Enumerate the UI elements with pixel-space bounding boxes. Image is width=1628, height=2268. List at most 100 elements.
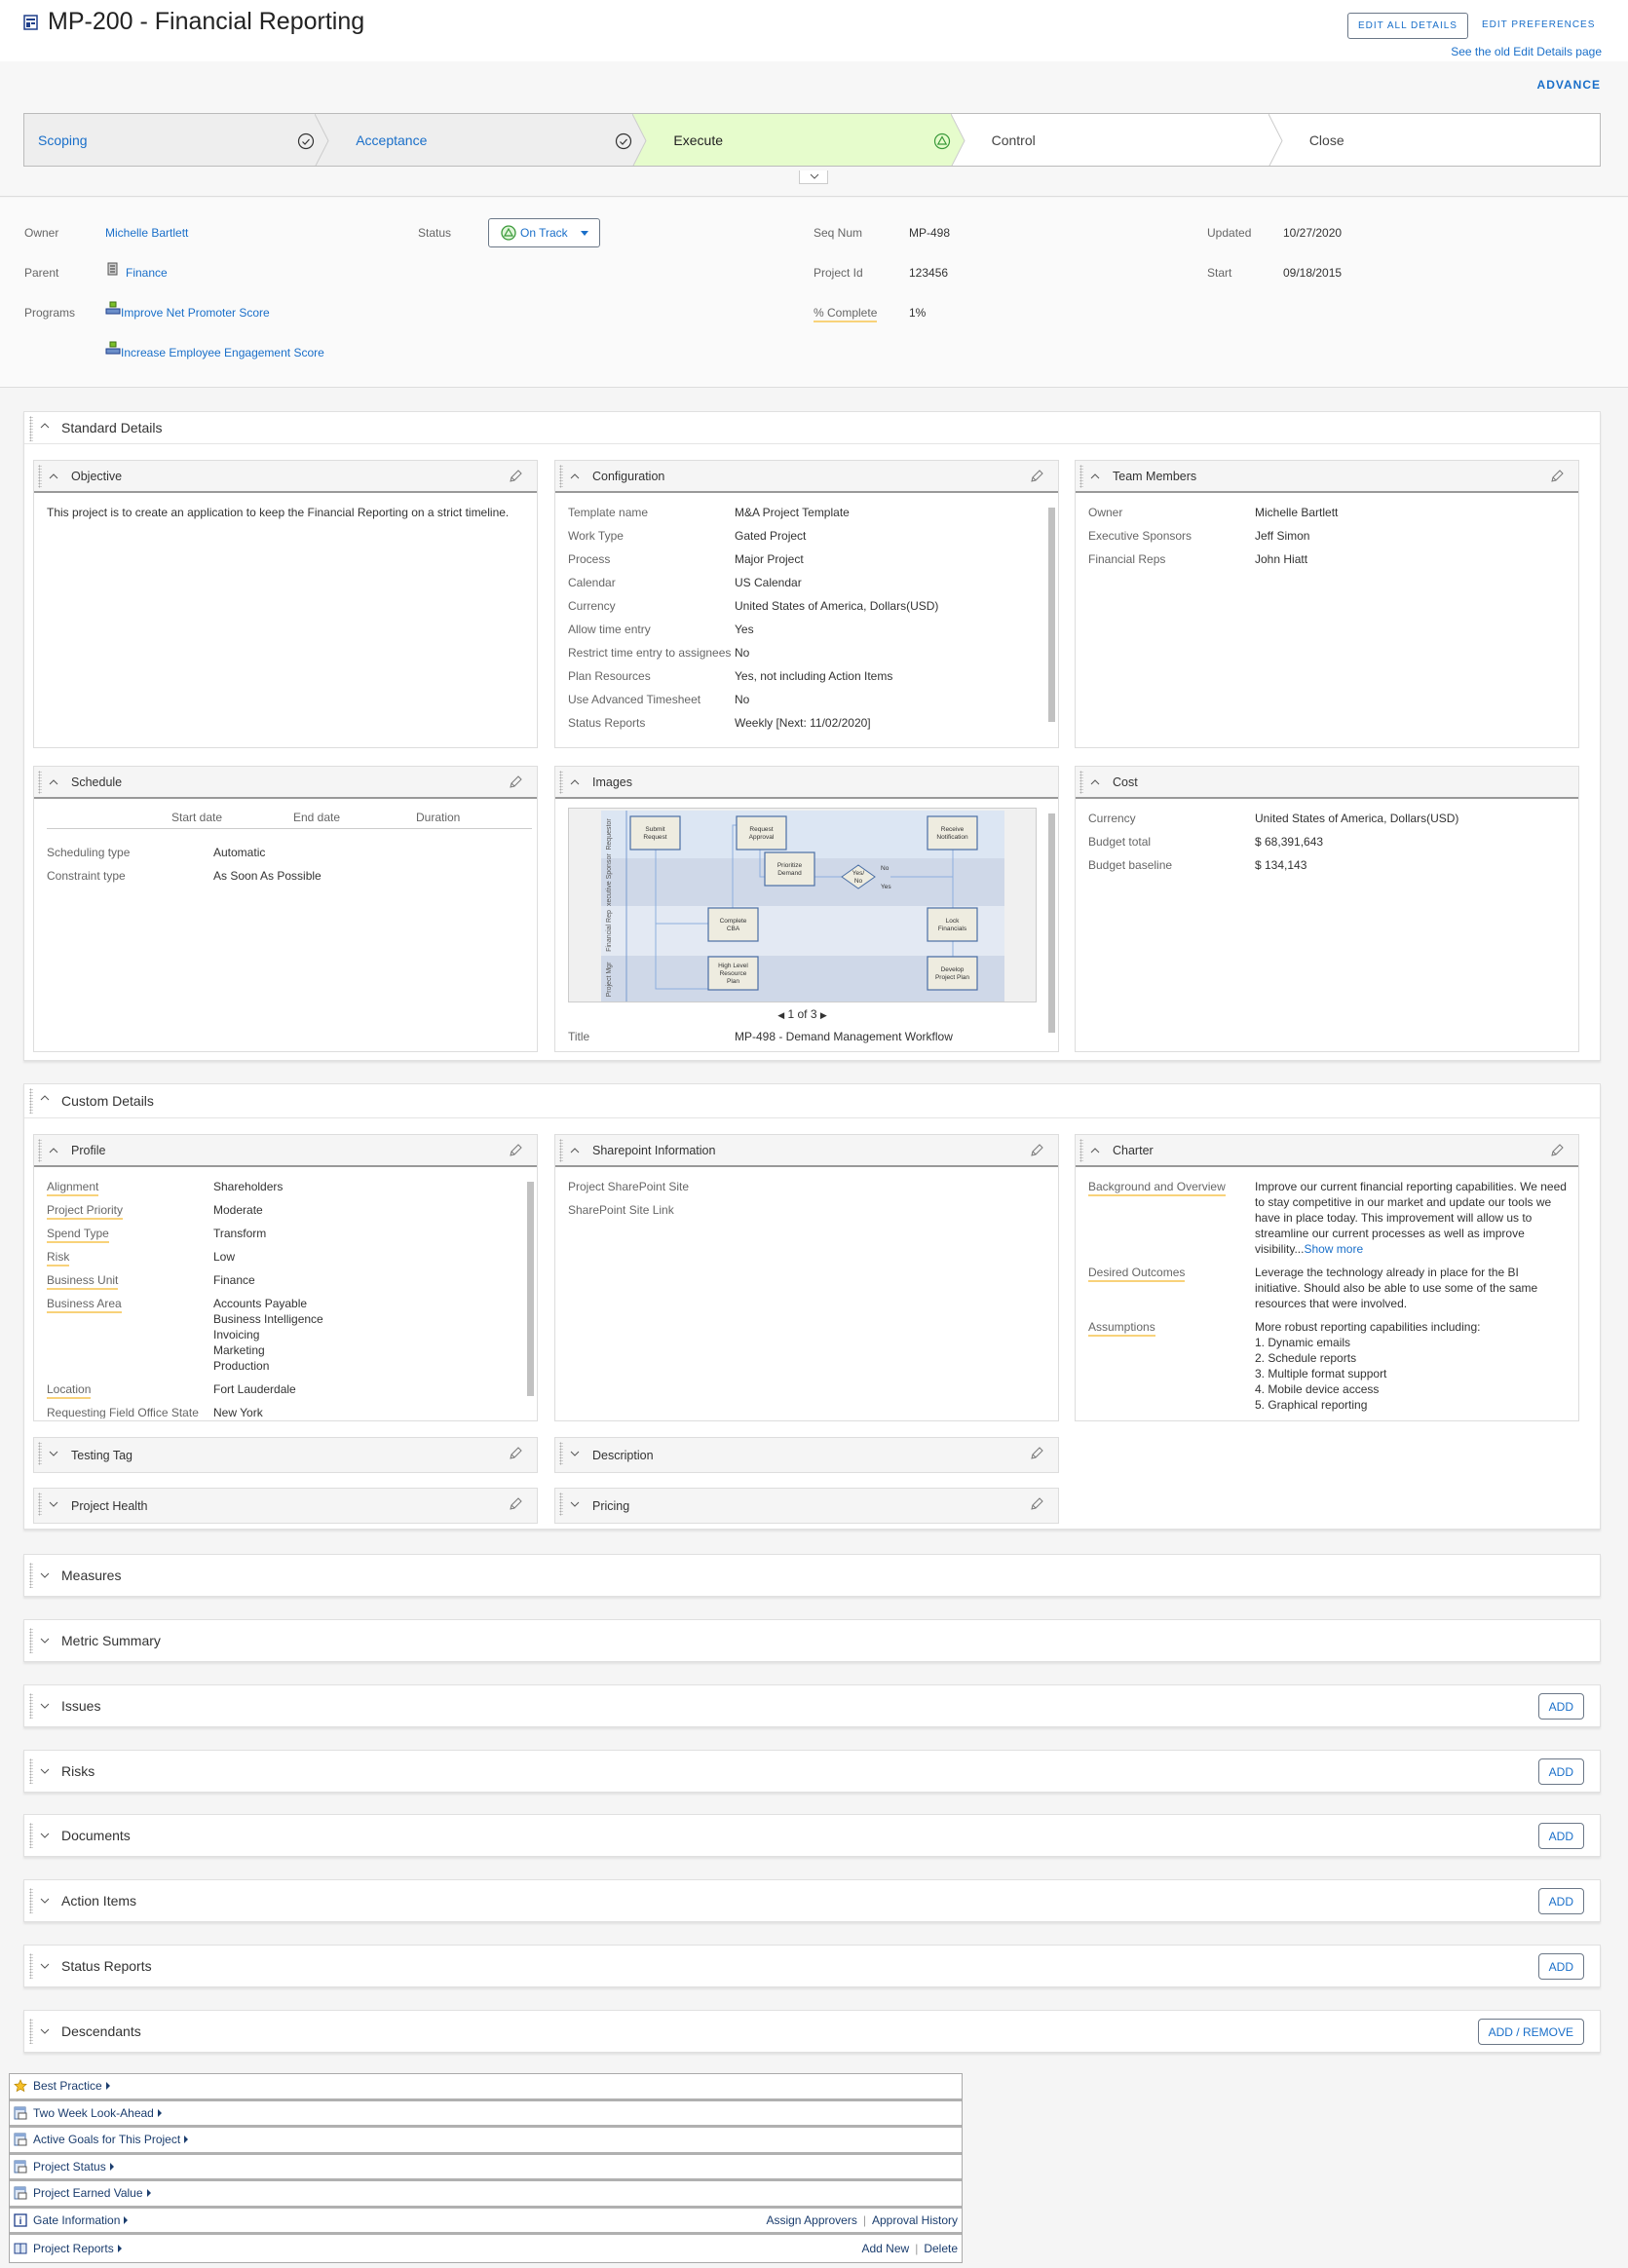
drag-handle[interactable] (38, 465, 42, 488)
drag-handle[interactable] (1079, 771, 1083, 794)
parent-link[interactable]: Finance (126, 266, 168, 280)
edit-pencil-icon[interactable] (1029, 1496, 1044, 1512)
edit-pencil-icon[interactable] (508, 1446, 523, 1461)
related-link[interactable]: Gate Information (33, 2213, 129, 2227)
field-link[interactable]: US Calendar (735, 575, 1046, 590)
drag-handle[interactable] (1079, 1139, 1083, 1162)
edit-pencil-icon[interactable] (508, 775, 523, 790)
card-header[interactable]: Profile (34, 1135, 537, 1167)
drag-handle[interactable] (29, 1888, 33, 1913)
edit-pencil-icon[interactable] (1549, 1143, 1565, 1158)
action-link[interactable]: Add New (861, 2242, 909, 2255)
add-button[interactable]: ADD (1537, 1693, 1584, 1720)
card-header[interactable]: Configuration (555, 461, 1058, 493)
edit-pencil-icon[interactable] (1029, 469, 1044, 484)
card-header[interactable]: Sharepoint Information (555, 1135, 1058, 1167)
edit-pencil-icon[interactable] (508, 469, 523, 484)
advance-button[interactable]: ADVANCE (1537, 78, 1601, 92)
stage-close[interactable]: Close (1281, 114, 1600, 166)
section-header[interactable]: Descendants (24, 2011, 1600, 2052)
drag-handle[interactable] (38, 771, 42, 794)
edit-all-details-button[interactable]: EDIT ALL DETAILS (1347, 13, 1468, 39)
drag-handle[interactable] (1079, 465, 1083, 488)
add-button[interactable]: ADD (1537, 1953, 1584, 1980)
stage-execute[interactable]: Execute (646, 114, 978, 166)
program-link[interactable]: Improve Net Promoter Score (121, 306, 270, 320)
card-header[interactable]: Team Members (1076, 461, 1578, 493)
action-link[interactable]: Approval History (872, 2213, 958, 2227)
drag-handle[interactable] (29, 1628, 33, 1653)
card-header[interactable]: Project Health (34, 1489, 537, 1523)
edit-pencil-icon[interactable] (1029, 1446, 1044, 1461)
add-button[interactable]: ADD / REMOVE (1477, 2019, 1584, 2045)
program-link[interactable]: Increase Employee Engagement Score (121, 346, 324, 359)
owner-link[interactable]: Michelle Bartlett (105, 226, 188, 240)
section-header[interactable]: Risks (24, 1751, 1600, 1792)
section-header[interactable]: Issues (24, 1685, 1600, 1726)
drag-handle[interactable] (38, 1442, 42, 1465)
add-button[interactable]: ADD (1537, 1823, 1584, 1849)
card-header[interactable]: Description (555, 1438, 1058, 1472)
drag-handle[interactable] (559, 1493, 563, 1516)
drag-handle[interactable] (29, 1693, 33, 1719)
drag-handle[interactable] (29, 1563, 33, 1588)
scrollbar[interactable] (1047, 802, 1056, 1050)
drag-handle[interactable] (38, 1493, 42, 1516)
show-more-link[interactable]: Show more (1304, 1242, 1363, 1256)
drag-handle[interactable] (559, 1139, 563, 1162)
drag-handle[interactable] (29, 416, 33, 441)
edit-preferences-link[interactable]: EDIT PREFERENCES (1482, 19, 1595, 30)
edit-pencil-icon[interactable] (1549, 469, 1565, 484)
card-header[interactable]: Objective (34, 461, 537, 493)
add-button[interactable]: ADD (1537, 1758, 1584, 1785)
edit-pencil-icon[interactable] (508, 1143, 523, 1158)
drag-handle[interactable] (38, 1139, 42, 1162)
action-link[interactable]: Assign Approvers (766, 2213, 856, 2227)
scrollbar[interactable] (1047, 496, 1056, 746)
drag-handle[interactable] (559, 771, 563, 794)
section-header[interactable]: Measures (24, 1555, 1600, 1596)
card-header[interactable]: Pricing (555, 1489, 1058, 1523)
section-header[interactable]: Action Items (24, 1880, 1600, 1921)
drag-handle[interactable] (559, 465, 563, 488)
drag-handle[interactable] (29, 1953, 33, 1979)
stage-acceptance[interactable]: Acceptance (328, 114, 661, 166)
edit-pencil-icon[interactable] (508, 1496, 523, 1512)
drag-handle[interactable] (29, 1088, 33, 1114)
drag-handle[interactable] (29, 1758, 33, 1784)
custom-details-header[interactable]: Custom Details (24, 1084, 1600, 1118)
card-header[interactable]: Testing Tag (34, 1438, 537, 1472)
drag-handle[interactable] (29, 2019, 33, 2044)
related-link[interactable]: Project Earned Value (33, 2186, 151, 2200)
field-link[interactable]: Michelle Bartlett (1255, 505, 1567, 520)
edit-pencil-icon[interactable] (1029, 1143, 1044, 1158)
drag-handle[interactable] (29, 1823, 33, 1848)
workflow-image[interactable]: Requestor Executive SponsorFinancial Rep P… (568, 808, 1037, 1002)
section-header[interactable]: Metric Summary (24, 1620, 1600, 1661)
related-link[interactable]: Two Week Look-Ahead (33, 2106, 162, 2120)
standard-details-header[interactable]: Standard Details (24, 412, 1600, 444)
drag-handle[interactable] (559, 1442, 563, 1465)
scrollbar[interactable] (526, 1170, 535, 1420)
action-link[interactable]: Delete (924, 2242, 958, 2255)
section-header[interactable]: Documents (24, 1815, 1600, 1856)
old-edit-details-link[interactable]: See the old Edit Details page (1451, 45, 1602, 58)
card-header[interactable]: Charter (1076, 1135, 1578, 1167)
status-dropdown[interactable]: On Track (488, 218, 600, 247)
field-link[interactable]: Jeff Simon (1255, 528, 1567, 544)
related-link[interactable]: Active Goals for This Project (33, 2133, 189, 2146)
stage-scoping[interactable]: Scoping (24, 114, 343, 166)
previous-image-button[interactable]: ◀ (777, 1010, 784, 1020)
card-header[interactable]: Schedule (34, 767, 537, 799)
card-header[interactable]: Cost (1076, 767, 1578, 799)
next-image-button[interactable]: ▶ (820, 1010, 827, 1020)
related-link[interactable]: Project Status (33, 2160, 114, 2174)
related-link[interactable]: Project Reports (33, 2242, 122, 2255)
related-link[interactable]: Best Practice (33, 2079, 110, 2093)
card-header[interactable]: Images (555, 767, 1058, 799)
stage-control[interactable]: Control (964, 114, 1296, 166)
field-link[interactable]: John Hiatt (1255, 551, 1567, 567)
section-header[interactable]: Status Reports (24, 1946, 1600, 1986)
add-button[interactable]: ADD (1537, 1888, 1584, 1914)
expand-stages-button[interactable] (799, 170, 828, 184)
